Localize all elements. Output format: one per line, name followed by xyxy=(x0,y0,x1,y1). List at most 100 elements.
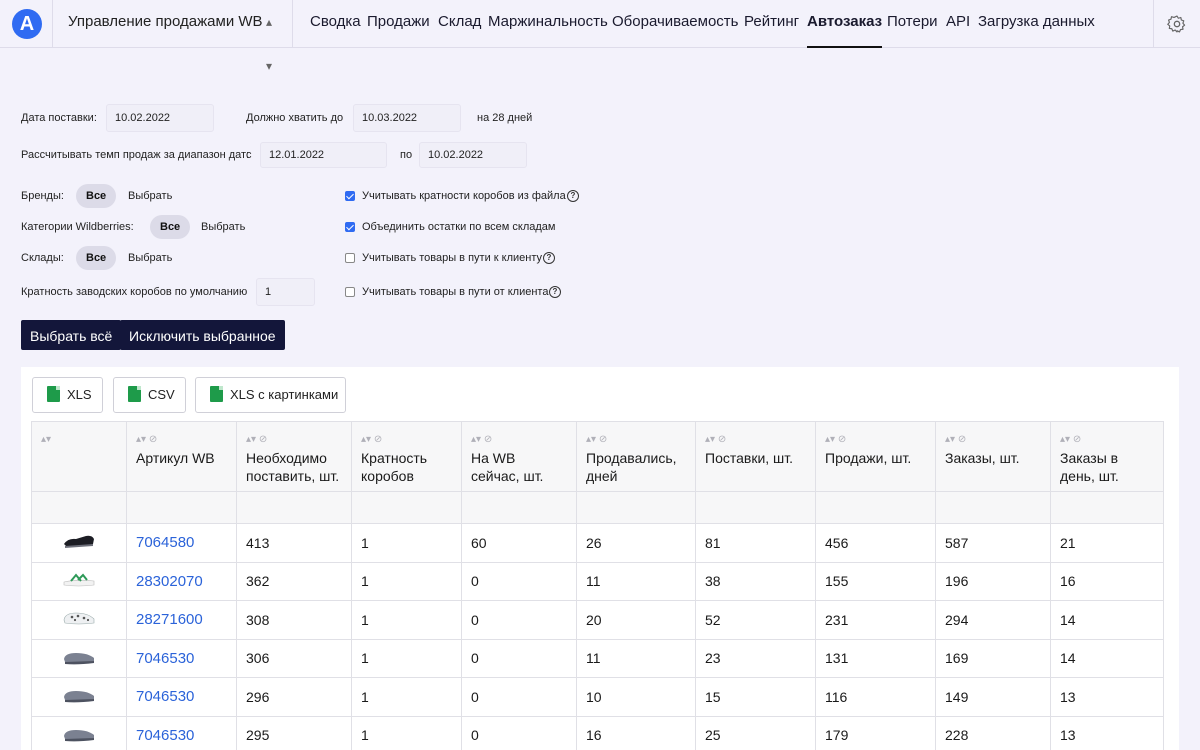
nav-item-sales[interactable]: Продажи xyxy=(367,0,430,48)
categories-choose-link[interactable]: Выбрать xyxy=(201,221,245,233)
filter-cell[interactable] xyxy=(576,491,696,524)
cell-need: 308 xyxy=(236,600,352,640)
sort-hide-icons[interactable]: ▴▾ ⊘ xyxy=(471,431,567,445)
nav-item-losses[interactable]: Потери xyxy=(887,0,938,48)
brands-label: Бренды: xyxy=(21,190,64,202)
product-thumbnail[interactable] xyxy=(62,572,96,591)
help-icon[interactable]: ? xyxy=(543,252,555,264)
product-thumbnail[interactable] xyxy=(62,687,96,706)
categories-all-toggle[interactable]: Все xyxy=(150,215,191,239)
sort-hide-icons[interactable]: ▴▾ ⊘ xyxy=(825,431,926,445)
nav-item-turnover[interactable]: Оборачиваемость xyxy=(612,0,738,48)
nav-item-api[interactable]: API xyxy=(946,0,970,48)
filter-cell[interactable] xyxy=(695,491,816,524)
filter-cell[interactable] xyxy=(935,491,1051,524)
app-logo[interactable]: A xyxy=(12,9,42,39)
sort-hide-icons[interactable]: ▴▾ ⊘ xyxy=(1060,431,1154,445)
nav-item-warehouse[interactable]: Склад xyxy=(438,0,481,48)
cell-box: 1 xyxy=(351,561,462,601)
product-thumbnail[interactable] xyxy=(62,533,96,552)
cell-supplies: 38 xyxy=(695,561,816,601)
product-thumbnail[interactable] xyxy=(62,649,96,668)
article-link[interactable]: 28302070 xyxy=(136,573,203,590)
help-icon[interactable]: ? xyxy=(567,190,579,202)
delivery-date-input[interactable] xyxy=(106,104,214,132)
column-header-image[interactable]: ▴▾ xyxy=(31,421,127,492)
column-header[interactable]: ▴▾ ⊘ Артикул WB xyxy=(126,421,237,492)
export-xls-button[interactable]: XLS xyxy=(32,377,103,413)
sort-hide-icons[interactable]: ▴▾ ⊘ xyxy=(361,431,452,445)
table-row[interactable]: 7046530 296 1 0 10 15 116 149 13 xyxy=(31,677,1164,717)
warehouses-choose-link[interactable]: Выбрать xyxy=(128,252,172,264)
article-link[interactable]: 7064580 xyxy=(136,534,194,551)
sort-hide-icons[interactable]: ▴▾ ⊘ xyxy=(705,431,806,445)
export-xls-images-button[interactable]: XLS с картинками xyxy=(195,377,346,413)
option-checkbox-merge-stock[interactable] xyxy=(345,222,355,232)
cell-on-wb: 0 xyxy=(461,715,577,750)
product-thumbnail[interactable] xyxy=(62,609,96,630)
table-body: 7064580 413 1 60 26 81 456 587 21 28302070 362 1 0 11… xyxy=(31,523,1164,750)
date-from-input[interactable] xyxy=(260,142,387,168)
cell-per-day: 14 xyxy=(1050,638,1164,678)
nav-item-summary[interactable]: Сводка xyxy=(310,0,361,48)
filter-cell[interactable] xyxy=(351,491,462,524)
filter-cell[interactable] xyxy=(1050,491,1164,524)
column-title: Продажи, шт. xyxy=(825,450,912,466)
box-multiplicity-input[interactable] xyxy=(256,278,315,306)
enough-until-input[interactable] xyxy=(353,104,461,132)
cell-on-wb: 0 xyxy=(461,600,577,640)
filter-cell[interactable] xyxy=(815,491,936,524)
brands-choose-link[interactable]: Выбрать xyxy=(128,190,172,202)
table-row[interactable]: 7064580 413 1 60 26 81 456 587 21 xyxy=(31,523,1164,563)
table-row[interactable]: 7046530 295 1 0 16 25 179 228 13 xyxy=(31,715,1164,750)
column-header[interactable]: ▴▾ ⊘ Необходимо поставить, шт. xyxy=(236,421,352,492)
nav-item-rating[interactable]: Рейтинг xyxy=(744,0,799,48)
table-header-row: ▴▾ ▴▾ ⊘ Артикул WB ▴▾ ⊘ Необходимо постави… xyxy=(31,421,1164,492)
column-header[interactable]: ▴▾ ⊘ Кратность коробов xyxy=(351,421,462,492)
column-header[interactable]: ▴▾ ⊘ Заказы в день, шт. xyxy=(1050,421,1164,492)
warehouses-all-toggle[interactable]: Все xyxy=(76,246,117,270)
product-thumbnail[interactable] xyxy=(62,726,96,745)
date-to-input[interactable] xyxy=(419,142,527,168)
option-checkbox-box-file[interactable] xyxy=(345,191,355,201)
table-row[interactable]: 7046530 306 1 0 11 23 131 169 14 xyxy=(31,638,1164,678)
cell-sales: 179 xyxy=(815,715,936,750)
sort-hide-icons[interactable]: ▴▾ ⊘ xyxy=(586,431,686,445)
article-link[interactable]: 7046530 xyxy=(136,688,194,705)
option-checkbox-transit-to-client[interactable] xyxy=(345,253,355,263)
nav-item-margin[interactable]: Маржинальность xyxy=(488,0,608,48)
select-all-button[interactable]: Выбрать всё xyxy=(21,320,122,350)
table-row[interactable]: 28302070 362 1 0 11 38 155 196 16 xyxy=(31,561,1164,601)
column-header[interactable]: ▴▾ ⊘ На WB сейчас, шт. xyxy=(461,421,577,492)
cell-orders: 196 xyxy=(935,561,1051,601)
filter-cell[interactable] xyxy=(461,491,577,524)
nav-item-autoorder[interactable]: Автозаказ xyxy=(807,0,883,48)
column-header[interactable]: ▴▾ ⊘ Заказы, шт. xyxy=(935,421,1051,492)
app-switcher[interactable]: Управление продажами WB ▴ ▾ xyxy=(68,0,272,73)
filter-cell[interactable] xyxy=(236,491,352,524)
gear-icon[interactable] xyxy=(1167,14,1187,34)
divider xyxy=(1153,0,1154,48)
nav-item-data-upload[interactable]: Загрузка данных xyxy=(978,0,1095,48)
filter-row xyxy=(31,491,1164,524)
filter-cell[interactable] xyxy=(31,491,127,524)
filter-cell[interactable] xyxy=(126,491,237,524)
sort-hide-icons[interactable]: ▴▾ ⊘ xyxy=(945,431,1041,445)
column-header[interactable]: ▴▾ ⊘ Продажи, шт. xyxy=(815,421,936,492)
article-link[interactable]: 28271600 xyxy=(136,611,203,628)
article-link[interactable]: 7046530 xyxy=(136,650,194,667)
export-csv-button[interactable]: CSV xyxy=(113,377,186,413)
column-header[interactable]: ▴▾ ⊘ Поставки, шт. xyxy=(695,421,816,492)
table-row[interactable]: 28271600 308 1 0 20 52 231 294 14 xyxy=(31,600,1164,640)
column-header[interactable]: ▴▾ ⊘ Продавались, дней xyxy=(576,421,696,492)
brands-all-toggle[interactable]: Все xyxy=(76,184,117,208)
sort-hide-icons[interactable]: ▴▾ ⊘ xyxy=(246,431,342,445)
autoorder-table: ▴▾ ▴▾ ⊘ Артикул WB ▴▾ ⊘ Необходимо постави… xyxy=(31,421,1164,750)
sort-icon[interactable]: ▴▾ xyxy=(41,431,117,445)
article-link[interactable]: 7046530 xyxy=(136,727,194,744)
exclude-selected-button[interactable]: Исключить выбранное xyxy=(120,320,285,350)
option-checkbox-transit-from-client[interactable] xyxy=(345,287,355,297)
help-icon[interactable]: ? xyxy=(549,286,561,298)
to-label: по xyxy=(400,149,413,161)
sort-hide-icons[interactable]: ▴▾ ⊘ xyxy=(136,431,227,445)
